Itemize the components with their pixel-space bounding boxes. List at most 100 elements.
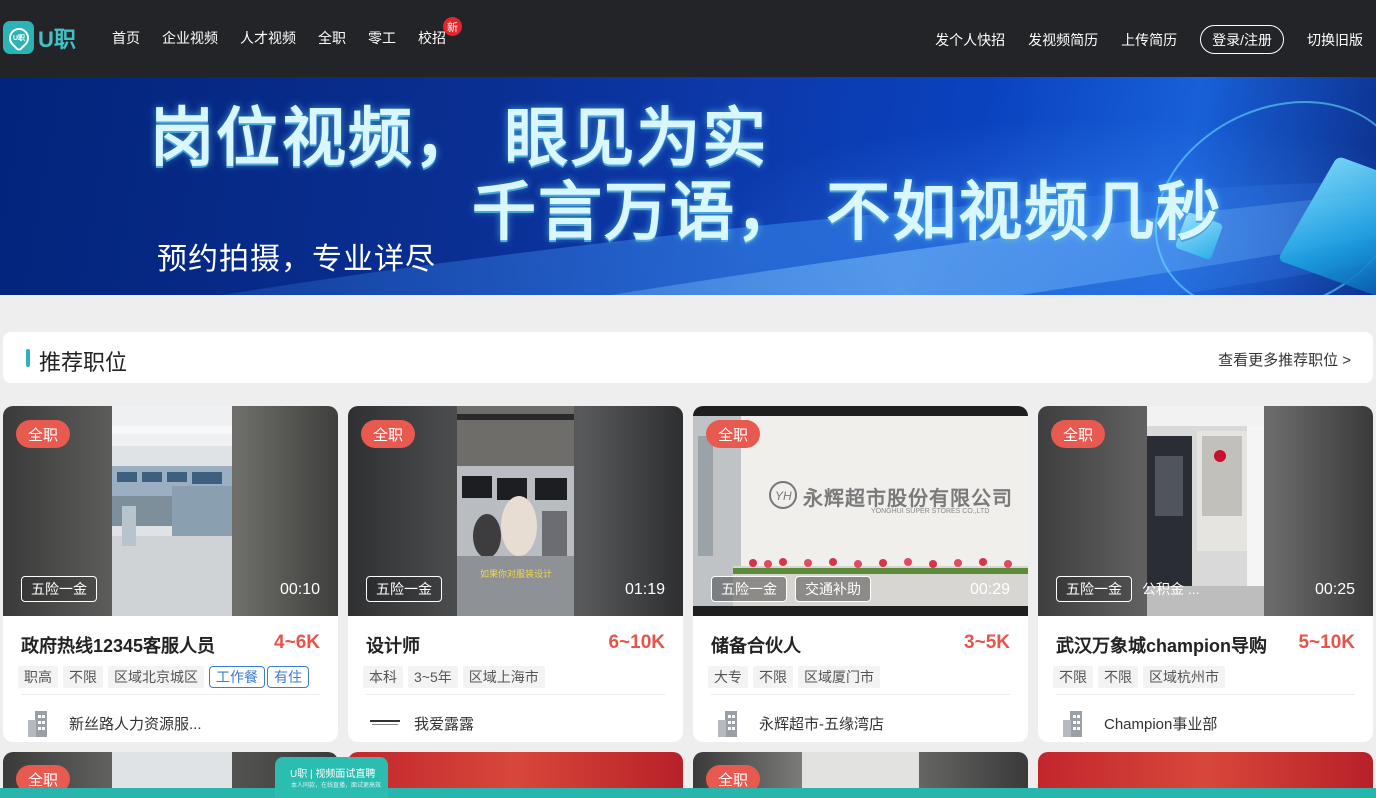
post-quick-job-link[interactable]: 发个人快招 [935, 30, 1005, 50]
company-name: Champion事业部 [1104, 715, 1218, 733]
section-accent-bar [26, 349, 30, 367]
req-tag: 职高 [18, 666, 58, 688]
video-duration: 00:29 [969, 581, 1010, 598]
perk-tag: 工作餐 [209, 666, 265, 688]
promo-title: U职 | 视频面试直聘 [290, 769, 376, 780]
job-type-tag: 全职 [706, 420, 761, 448]
post-video-resume-link[interactable]: 发视频简历 [1028, 30, 1098, 50]
benefit-tag: 五险一金 [1056, 576, 1132, 602]
req-tag: 本科 [363, 666, 403, 688]
job-title[interactable]: 武汉万象城champion导购 [1056, 632, 1267, 658]
card-divider [1056, 694, 1355, 695]
company-building-icon [28, 711, 47, 737]
video-interview-promo[interactable]: U职 | 视频面试直聘 本人同款，在线直播，面试更高效 [275, 757, 388, 798]
job-requirements: 大专 不限 区域厦门市 [708, 666, 880, 688]
office-video-frame [112, 406, 232, 616]
banner-headline-2: 千言万语， 不如视频几秒 [472, 176, 1223, 250]
benefit-tag: 五险一金 [711, 576, 787, 602]
bottom-promo-strip [0, 788, 1376, 798]
site-logo[interactable]: U职 U职 [3, 21, 76, 54]
nav-campus[interactable]: 校招新 [418, 17, 462, 48]
req-tag: 区域上海市 [462, 666, 545, 688]
benefit-tags: 五险一金 [21, 576, 97, 602]
job-requirements: 职高 不限 区域北京城区 工作餐 有住 [18, 666, 309, 688]
job-card[interactable]: 全职 五险一金 公积金 ... 00:25 武汉万象城champion导购 5~… [1038, 406, 1373, 742]
user-nav: 发个人快招 发视频简历 上传简历 登录/注册 切换旧版 [912, 25, 1363, 54]
perk-tag: 有住 [267, 666, 309, 688]
switch-old-version-link[interactable]: 切换旧版 [1307, 30, 1363, 50]
benefit-tag: 五险一金 [21, 576, 97, 602]
job-video-thumbnail[interactable]: 全职 如果你对服装设计 五险一金 01:19 [348, 406, 683, 616]
req-tag: 不限 [1098, 666, 1138, 688]
job-title[interactable]: 储备合伙人 [711, 632, 801, 658]
company-row[interactable]: 新丝路人力资源服... [25, 708, 202, 738]
hero-banner[interactable]: 岗位视频， 眼见为实 千言万语， 不如视频几秒 预约拍摄，专业详尽 [0, 77, 1376, 295]
logo-text: U职 [38, 26, 76, 52]
top-navbar: U职 U职 首页 企业视频 人才视频 全职 零工 校招新 发个人快招 发视频简历… [0, 0, 1376, 77]
job-type-tag: 全职 [16, 420, 71, 448]
company-name: 我爱露露 [414, 715, 475, 733]
job-title[interactable]: 设计师 [366, 632, 420, 658]
company-row[interactable]: Champion事业部 [1060, 708, 1217, 738]
job-video-thumbnail[interactable]: 全职 五险一金 公积金 ... 00:25 [1038, 406, 1373, 616]
nav-gig[interactable]: 零工 [368, 28, 396, 48]
job-video-thumbnail[interactable]: 全职 五险一金 00:10 [3, 406, 338, 616]
job-requirements: 不限 不限 区域杭州市 [1053, 666, 1225, 688]
login-register-button[interactable]: 登录/注册 [1200, 25, 1284, 54]
nav-campus-label: 校招 [418, 30, 446, 46]
benefit-tag: 公积金 ... [1142, 581, 1200, 597]
view-more-link[interactable]: 查看更多推荐职位 > [1218, 349, 1351, 370]
job-video-thumbnail[interactable]: YH 永辉超市股份有限公司 YONGHUI SUPER STORES CO.,L… [693, 406, 1028, 616]
benefit-tags: 五险一金 [366, 576, 442, 602]
job-title[interactable]: 政府热线12345客服人员 [21, 632, 215, 658]
req-tag: 不限 [753, 666, 793, 688]
section-title: 推荐职位 [39, 350, 128, 375]
recommended-jobs-header: 推荐职位 查看更多推荐职位 > [3, 332, 1373, 383]
company-logo-icon [370, 718, 400, 728]
company-name: 新丝路人力资源服... [69, 715, 202, 733]
store-sign-text: 永辉超市股份有限公司 [803, 488, 1013, 510]
job-salary: 4~6K [274, 632, 320, 653]
svg-text:YH: YH [775, 489, 792, 503]
store-sign-en-text: YONGHUI SUPER STORES CO.,LTD [871, 508, 990, 515]
nav-company-video[interactable]: 企业视频 [162, 28, 218, 48]
banner-subline: 预约拍摄，专业详尽 [157, 243, 436, 276]
company-building-icon [718, 711, 737, 737]
upload-resume-link[interactable]: 上传简历 [1121, 30, 1177, 50]
card-divider [366, 694, 665, 695]
req-tag: 区域北京城区 [108, 666, 204, 688]
job-salary: 5~10K [1298, 632, 1355, 653]
benefit-tag: 五险一金 [366, 576, 442, 602]
req-tag: 3~5年 [408, 666, 458, 688]
job-card[interactable]: 全职 如果你对服装设计 五险一金 01:19 设计师 6~10K 本科 3~5年… [348, 406, 683, 742]
job-requirements: 本科 3~5年 区域上海市 [363, 666, 545, 688]
nav-home[interactable]: 首页 [112, 28, 140, 48]
video-duration: 00:10 [279, 581, 320, 598]
benefit-tag: 交通补助 [795, 576, 871, 602]
req-tag: 不限 [1053, 666, 1093, 688]
main-nav: 首页 企业视频 人才视频 全职 零工 校招新 [112, 17, 468, 48]
company-name: 永辉超市-五缘湾店 [759, 715, 884, 733]
company-row[interactable]: 我爱露露 [370, 708, 474, 738]
location-pin-icon: U职 [3, 21, 34, 54]
promo-subtitle: 本人同款，在线直播，面试更高效 [291, 783, 382, 789]
job-card[interactable]: YH 永辉超市股份有限公司 YONGHUI SUPER STORES CO.,L… [693, 406, 1028, 742]
nav-fulltime[interactable]: 全职 [318, 28, 346, 48]
video-caption: 如果你对服装设计 [480, 569, 553, 579]
nav-talent-video[interactable]: 人才视频 [240, 28, 296, 48]
video-duration: 01:19 [624, 581, 665, 598]
req-tag: 区域杭州市 [1143, 666, 1225, 688]
job-type-tag: 全职 [361, 420, 416, 448]
req-tag: 区域厦门市 [798, 666, 880, 688]
card-divider [21, 694, 320, 695]
video-duration: 00:25 [1314, 581, 1355, 598]
req-tag: 大专 [708, 666, 748, 688]
job-type-tag: 全职 [1051, 420, 1106, 448]
company-row[interactable]: 永辉超市-五缘湾店 [715, 708, 884, 738]
job-salary: 6~10K [608, 632, 665, 653]
job-card[interactable]: 全职 五险一金 00:10 政府热线12345客服人员 4~6K 职高 不限 区… [3, 406, 338, 742]
card-divider [711, 694, 1010, 695]
req-tag: 不限 [63, 666, 103, 688]
benefit-tags: 五险一金 公积金 ... [1056, 576, 1200, 602]
company-building-icon [1063, 711, 1082, 737]
